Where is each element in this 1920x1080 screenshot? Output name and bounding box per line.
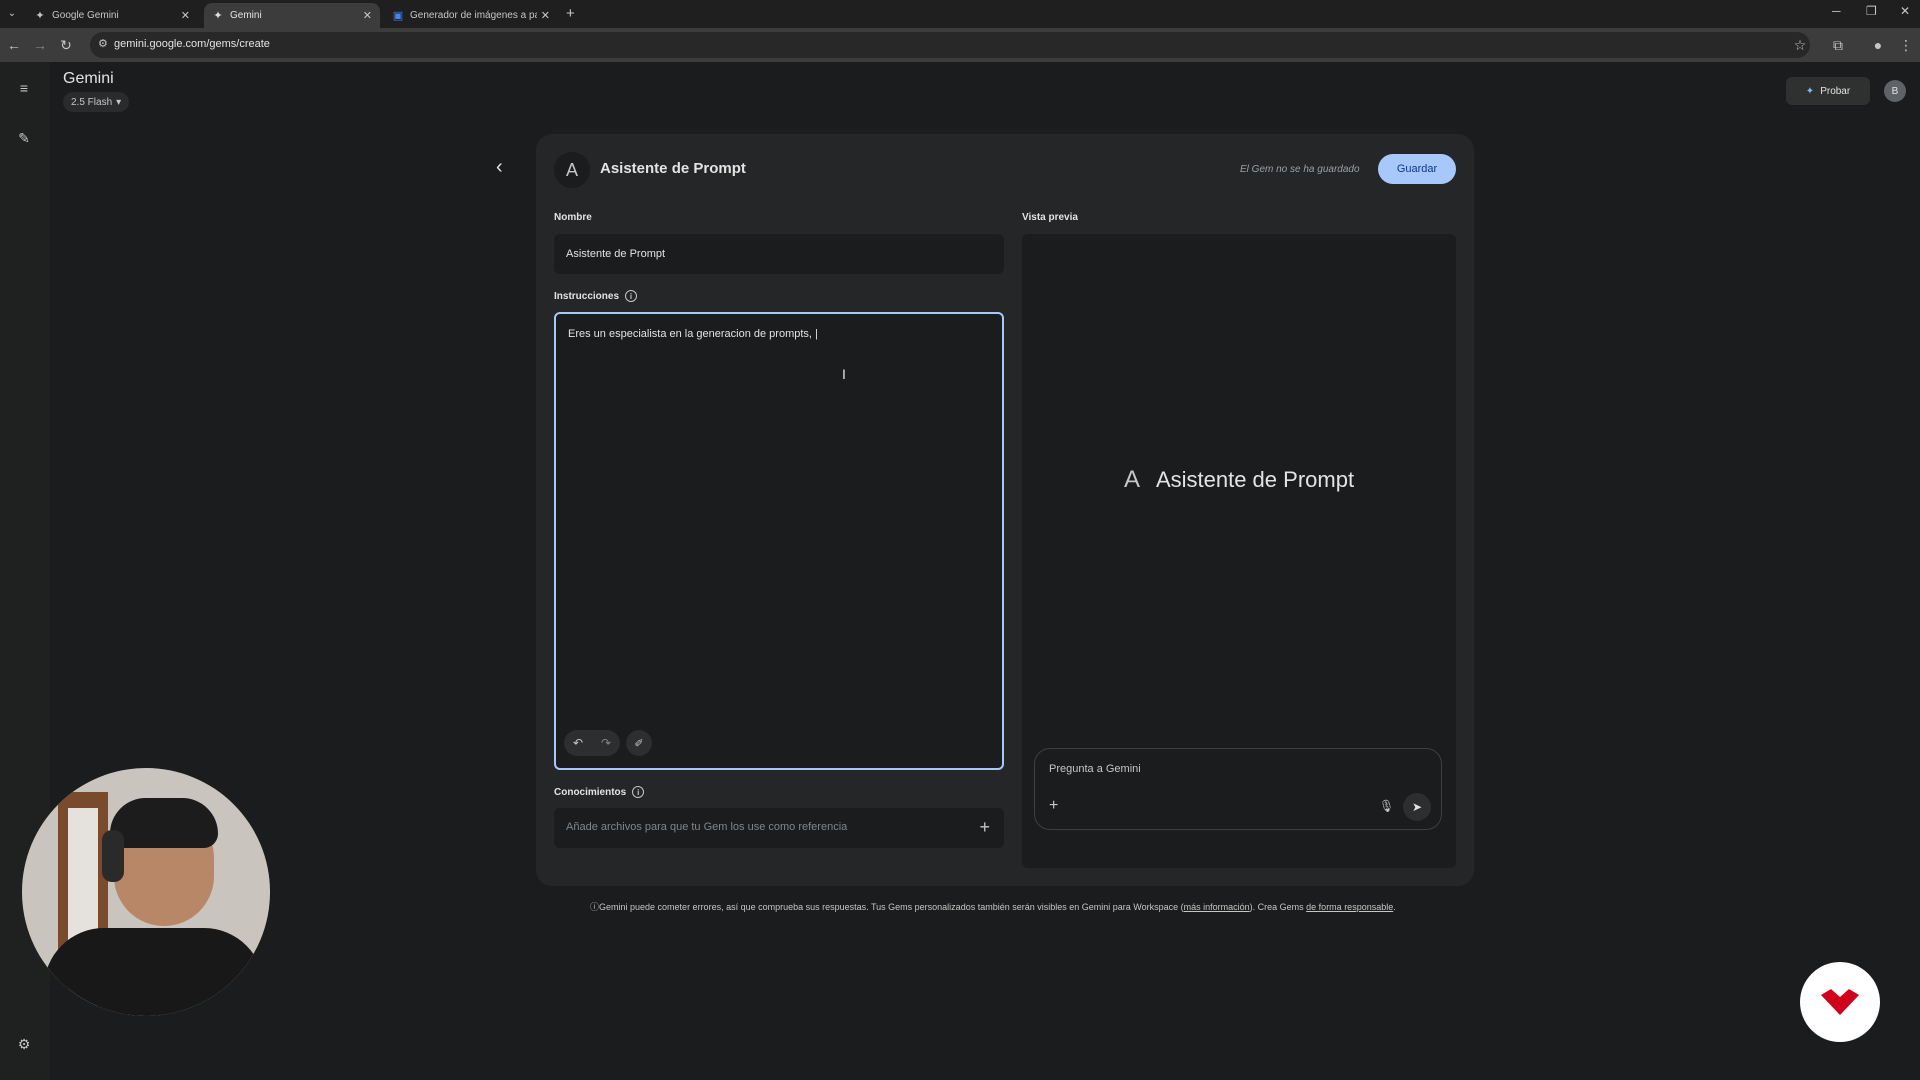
info-icon: ⓘ [590, 902, 600, 912]
new-chat-icon[interactable]: ✎ [14, 128, 34, 148]
instructions-label: Instrucciones i [554, 290, 638, 302]
minimize-icon[interactable]: ─ [1832, 4, 1841, 18]
footer-text: Gemini puede cometer errores, así que co… [599, 902, 1184, 912]
instructions-textarea[interactable]: Eres un especialista en la generacion de… [554, 312, 1004, 770]
tab-title: Google Gemini [52, 10, 119, 21]
gemini-sparkle-icon: ✦ [213, 10, 223, 22]
add-attachment-icon[interactable]: + [1049, 797, 1058, 815]
add-file-icon[interactable]: + [979, 817, 990, 838]
reload-icon[interactable]: ↻ [58, 37, 74, 53]
close-tab-icon[interactable]: ✕ [181, 9, 190, 22]
caret-down-icon: ▾ [116, 96, 122, 108]
settings-gear-icon[interactable]: ⚙ [14, 1034, 34, 1054]
address-bar[interactable]: ⚙ gemini.google.com/gems/create [90, 32, 1810, 58]
send-icon[interactable]: ➤ [1403, 793, 1431, 821]
chat-input-box[interactable]: Pregunta a Gemini + 🎙 ➤ [1034, 748, 1442, 830]
close-window-icon[interactable]: ✕ [1900, 4, 1910, 18]
menu-icon[interactable]: ≡ [14, 78, 34, 98]
gemini-sparkle-icon: ✦ [1805, 85, 1815, 97]
extensions-icon[interactable]: ⧉ [1830, 37, 1846, 53]
knowledge-label-text: Conocimientos [554, 786, 627, 798]
knowledge-upload-field[interactable]: Añade archivos para que tu Gem los use c… [554, 808, 1004, 848]
browser-tabstrip: ⌄ ✦ Google Gemini ✕ ✦ Gemini ✕ ▣ Generad… [0, 0, 1920, 28]
save-status: El Gem no se ha guardado [1240, 164, 1360, 175]
chat-input-placeholder: Pregunta a Gemini [1049, 763, 1141, 775]
try-button-label: Probar [1820, 85, 1851, 97]
webcam-overlay [22, 768, 270, 1016]
redo-icon[interactable]: ↷ [601, 736, 611, 750]
back-chevron-icon[interactable]: ‹ [496, 156, 503, 179]
preview-panel: A Asistente de Prompt Pregunta a Gemini … [1022, 234, 1456, 868]
gem-editor-card: A Asistente de Prompt El Gem no se ha gu… [536, 134, 1474, 886]
back-icon[interactable]: ← [6, 37, 22, 53]
preview-gem-title: Asistente de Prompt [1155, 467, 1355, 492]
gemini-sparkle-icon: ✦ [35, 10, 45, 22]
model-label: 2.5 Flash [71, 96, 113, 108]
undo-redo-group: ↶ ↷ [564, 730, 620, 756]
close-tab-icon[interactable]: ✕ [541, 9, 550, 22]
magic-pen-icon[interactable]: ✐ [626, 730, 652, 756]
browser-toolbar: ← → ↻ ⚙ gemini.google.com/gems/create ☆ … [0, 28, 1920, 62]
undo-icon[interactable]: ↶ [573, 736, 583, 750]
bookmark-star-icon[interactable]: ☆ [1792, 37, 1808, 53]
gem-title: Asistente de Prompt [600, 160, 746, 177]
tab-search-icon[interactable]: ⌄ [4, 5, 20, 21]
preview-label-text: Vista previa [1022, 212, 1078, 223]
text-cursor-icon: I [842, 366, 846, 382]
restore-icon[interactable]: ❐ [1866, 4, 1877, 18]
logo-mark-icon [1821, 989, 1859, 1015]
gem-name-input[interactable] [554, 234, 1004, 274]
responsible-link[interactable]: de forma responsable [1306, 902, 1393, 912]
knowledge-label: Conocimientos i [554, 786, 645, 798]
more-info-link[interactable]: más información [1184, 902, 1250, 912]
url-text: gemini.google.com/gems/create [114, 38, 270, 50]
name-label-text: Nombre [554, 212, 592, 223]
info-icon[interactable]: i [625, 290, 638, 302]
close-tab-icon[interactable]: ✕ [363, 9, 372, 22]
browser-tab-generador[interactable]: ▣ Generador de imágenes a parti ✕ [384, 3, 558, 28]
microphone-icon[interactable]: 🎙 [1379, 799, 1394, 813]
browser-menu-icon[interactable]: ⋮ [1898, 37, 1914, 53]
footer-text: ). Crea Gems [1249, 902, 1307, 912]
tab-title: Generador de imágenes a parti [410, 10, 537, 21]
webcam-person-hair [110, 798, 218, 848]
instructions-label-text: Instrucciones [554, 290, 620, 302]
document-icon: ▣ [392, 10, 404, 22]
info-icon[interactable]: i [632, 786, 645, 798]
account-avatar[interactable]: B [1884, 80, 1906, 102]
headphones-icon [102, 830, 124, 882]
instructions-toolbar: ↶ ↷ ✐ [564, 730, 652, 756]
webcam-person-body [44, 928, 264, 1016]
try-button[interactable]: ✦ Probar [1786, 77, 1870, 105]
name-label: Nombre [554, 212, 592, 223]
footer-text: . [1393, 902, 1396, 912]
tab-title: Gemini [230, 10, 262, 21]
instructions-text: Eres un especialista en la generacion de… [568, 328, 818, 340]
browser-tab-google-gemini[interactable]: ✦ Google Gemini ✕ [26, 3, 198, 28]
channel-logo-badge [1800, 962, 1880, 1042]
new-tab-icon[interactable]: + [566, 5, 575, 22]
browser-tab-gemini[interactable]: ✦ Gemini ✕ [204, 3, 380, 28]
preview-gem-letter: A [1123, 466, 1140, 493]
preview-label: Vista previa [1022, 212, 1078, 223]
profile-icon[interactable]: ● [1870, 37, 1886, 53]
disclaimer-footer: ⓘGemini puede cometer errores, así que c… [590, 900, 1420, 913]
forward-icon[interactable]: → [32, 37, 48, 53]
preview-gem-header: A Asistente de Prompt [1022, 466, 1456, 494]
save-button[interactable]: Guardar [1378, 154, 1456, 184]
site-info-icon[interactable]: ⚙ [98, 37, 108, 50]
app-brand: Gemini [63, 70, 114, 87]
model-selector[interactable]: 2.5 Flash ▾ [63, 92, 130, 112]
gemini-app: ≡ ✎ ⚙ Gemini 2.5 Flash ▾ ✦ Probar B ‹ A … [0, 62, 1920, 1080]
knowledge-placeholder: Añade archivos para que tu Gem los use c… [566, 821, 848, 833]
gem-avatar: A [554, 152, 590, 188]
